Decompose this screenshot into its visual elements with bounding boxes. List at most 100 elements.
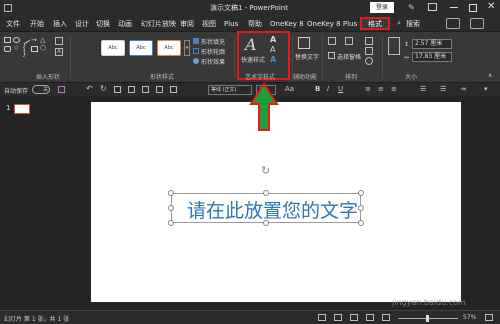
tab-slideshow[interactable]: 幻灯片放映 xyxy=(141,19,176,29)
tab-format[interactable]: 格式 xyxy=(360,17,390,30)
close-icon[interactable]: ✕ xyxy=(487,1,495,12)
slide-thumbnail[interactable] xyxy=(14,104,30,114)
triangle-shape-icon[interactable]: △ xyxy=(40,37,47,44)
slideshow-view-icon[interactable] xyxy=(382,314,390,321)
resize-handle[interactable] xyxy=(358,205,364,211)
textbox-icon[interactable]: A xyxy=(55,48,63,56)
rectangle-shape-icon[interactable] xyxy=(4,37,11,43)
slide-text[interactable]: 请在此放置您的文字 xyxy=(187,196,358,223)
tab-onekey-plus[interactable]: OneKey 8 Plus xyxy=(307,19,357,29)
zoom-level[interactable]: 57% xyxy=(463,314,476,321)
resize-handle[interactable] xyxy=(358,190,364,196)
quick-styles-button[interactable]: 快速样式 xyxy=(241,55,265,64)
font-name-select[interactable]: 等线 (正文) xyxy=(208,85,252,95)
alt-text-icon[interactable] xyxy=(298,37,310,49)
redo-icon[interactable]: ↻ xyxy=(100,84,107,93)
toolbar-icon[interactable] xyxy=(156,86,163,93)
resize-handle[interactable] xyxy=(358,220,364,226)
text-fill-icon[interactable]: A xyxy=(270,35,276,44)
maximize-icon[interactable] xyxy=(469,4,477,12)
save-icon[interactable] xyxy=(58,86,65,93)
crop-icon[interactable] xyxy=(388,37,400,55)
shape-style-3[interactable]: Abc xyxy=(157,40,181,56)
align-left-icon[interactable]: ≡ xyxy=(365,85,371,93)
width-input[interactable]: 17.83 厘米 xyxy=(412,52,452,62)
normal-view-icon[interactable] xyxy=(334,314,342,321)
quick-styles-icon[interactable]: A xyxy=(245,35,257,54)
login-button[interactable]: 登录 xyxy=(370,2,394,13)
zoom-slider-thumb[interactable] xyxy=(426,315,429,322)
shape-fill-button[interactable]: 形状填充 xyxy=(201,37,225,46)
arrow-shape-icon[interactable]: → xyxy=(31,37,38,44)
menu-bar: 文件 开始 插入 设计 切换 动画 幻灯片放映 审阅 视图 Plus 帮助 On… xyxy=(0,16,500,31)
resize-handle[interactable] xyxy=(168,205,174,211)
pen-icon[interactable]: ✎ xyxy=(408,3,415,12)
resize-handle[interactable] xyxy=(168,190,174,196)
fit-window-icon[interactable] xyxy=(485,314,493,321)
align-center-icon[interactable]: ≡ xyxy=(378,85,384,93)
hexagon-shape-icon[interactable]: ⬡ xyxy=(40,45,47,52)
bullets-icon[interactable]: ☰ xyxy=(420,85,426,93)
rounded-rect-shape-icon[interactable] xyxy=(4,46,11,52)
shape-style-2[interactable]: Abc xyxy=(129,40,153,56)
toolbar-icon[interactable] xyxy=(128,86,135,93)
rotate-handle-icon[interactable]: ↻ xyxy=(261,164,270,177)
text-outline-icon[interactable]: A xyxy=(270,45,275,54)
edit-shape-icon[interactable] xyxy=(55,37,63,45)
toolbar-icon[interactable] xyxy=(114,86,121,93)
tab-plus[interactable]: Plus xyxy=(224,19,238,29)
shape-outline-button[interactable]: 形状轮廓 xyxy=(201,47,225,56)
align-icon[interactable] xyxy=(365,37,373,45)
slide-canvas[interactable]: ↻ 请在此放置您的文字 xyxy=(91,102,461,302)
shape-style-1[interactable]: Abc xyxy=(101,40,125,56)
toolbar-icon[interactable] xyxy=(142,86,149,93)
share-icon[interactable] xyxy=(446,18,460,29)
sorter-view-icon[interactable] xyxy=(350,314,358,321)
italic-icon[interactable]: I xyxy=(327,85,329,93)
callout-shape-icon[interactable] xyxy=(31,46,38,52)
send-backward-icon[interactable] xyxy=(345,37,353,45)
alt-text-button[interactable]: 替换文字 xyxy=(295,52,319,61)
tab-insert[interactable]: 插入 xyxy=(53,19,67,29)
rotate-icon[interactable] xyxy=(365,57,373,65)
numbering-icon[interactable]: ☰ xyxy=(440,85,446,93)
ribbon-display-icon[interactable] xyxy=(428,3,437,11)
tab-animations[interactable]: 动画 xyxy=(118,19,132,29)
group-label-arrange: 排列 xyxy=(345,74,358,81)
notes-icon[interactable] xyxy=(318,314,326,321)
collapse-ribbon-icon[interactable]: ∧ xyxy=(488,72,492,79)
undo-icon[interactable]: ↶ xyxy=(86,84,93,93)
reading-view-icon[interactable] xyxy=(366,314,374,321)
minimize-icon[interactable] xyxy=(450,7,458,8)
align-right-icon[interactable]: ≡ xyxy=(391,85,397,93)
brace-shape-icon[interactable]: { } xyxy=(22,45,29,58)
ellipse-shape-icon[interactable] xyxy=(13,37,20,43)
tab-transitions[interactable]: 切换 xyxy=(96,19,110,29)
star-shape-icon[interactable]: ☆ xyxy=(13,45,20,52)
tab-file[interactable]: 文件 xyxy=(6,19,20,29)
tab-help[interactable]: 帮助 xyxy=(248,19,262,29)
group-icon[interactable] xyxy=(365,47,373,55)
shape-effects-button[interactable]: 形状效果 xyxy=(201,57,225,66)
text-effects-icon[interactable]: A xyxy=(270,55,276,64)
tab-view[interactable]: 视图 xyxy=(202,19,216,29)
resize-handle[interactable] xyxy=(168,220,174,226)
change-case-icon[interactable]: Aa xyxy=(285,85,294,93)
selection-pane-button[interactable]: 选择窗格 xyxy=(337,52,361,61)
bring-forward-icon[interactable] xyxy=(328,37,336,45)
save-icon[interactable] xyxy=(4,4,12,12)
indent-icon[interactable]: ⇥ xyxy=(460,85,466,93)
tab-onekey[interactable]: OneKey 8 xyxy=(270,19,304,29)
tab-design[interactable]: 设计 xyxy=(75,19,89,29)
underline-icon[interactable]: U xyxy=(338,85,343,93)
toolbar-icon[interactable] xyxy=(170,86,177,93)
height-input[interactable]: 2.57 厘米 xyxy=(412,39,452,49)
shape-style-more-icon[interactable]: ▾ xyxy=(184,40,190,56)
tab-home[interactable]: 开始 xyxy=(30,19,44,29)
tab-review[interactable]: 审阅 xyxy=(180,19,194,29)
comment-icon[interactable] xyxy=(470,18,484,29)
tab-search[interactable]: 搜索 xyxy=(406,19,420,29)
bold-icon[interactable]: B xyxy=(315,85,320,93)
more-icon[interactable]: ▾ xyxy=(484,85,488,93)
group-separator xyxy=(234,35,235,79)
